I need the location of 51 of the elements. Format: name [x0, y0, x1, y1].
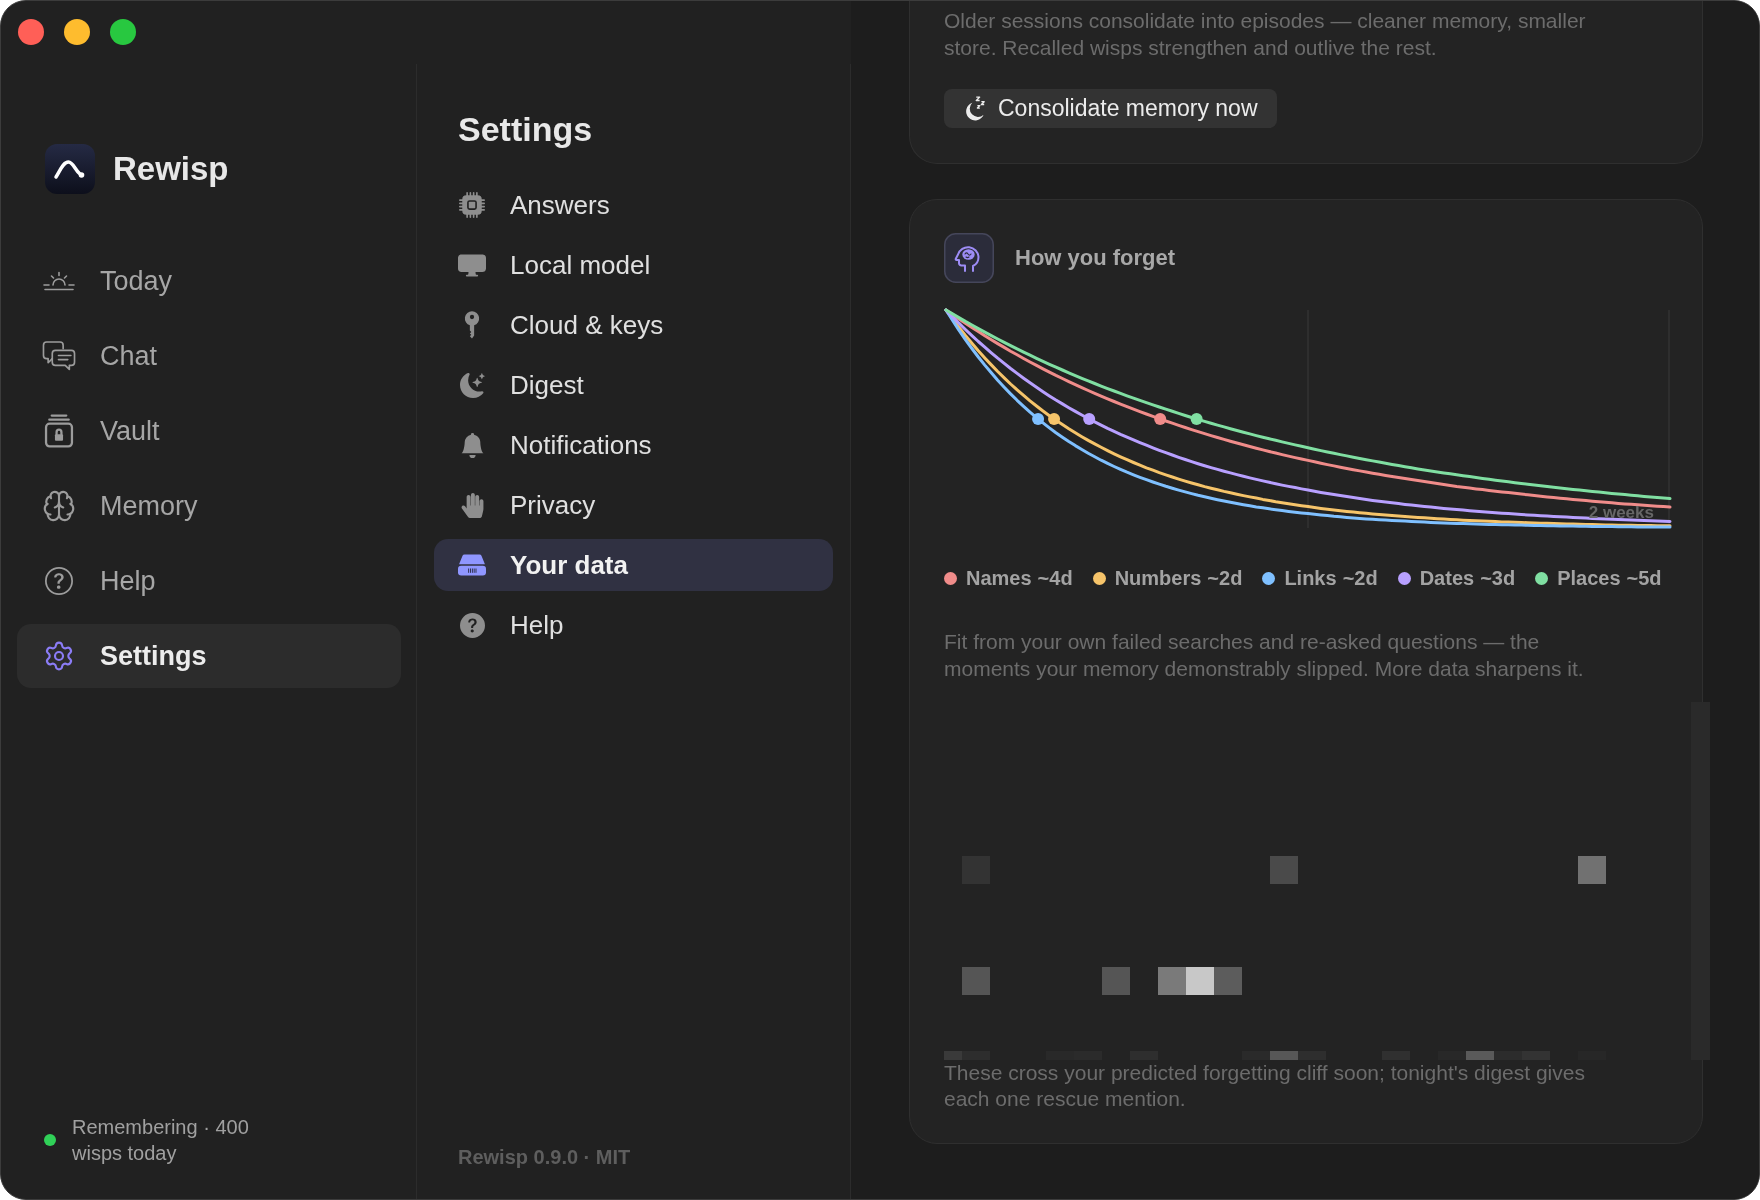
lock-box-icon — [42, 414, 76, 448]
chip-icon — [459, 192, 485, 218]
hand-icon — [459, 492, 485, 518]
sidebar-item[interactable]: Today — [17, 249, 401, 313]
sidebar-item[interactable]: Help — [17, 549, 401, 613]
note-text: Fit from your own failed searches and re-asked questions — the moments your memory demonstrably slipped. More data sharpens it. — [944, 629, 1585, 682]
settings-nav-item[interactable]: Your data — [434, 539, 833, 591]
footer-text: These cross your predicted forgetting cliff soon; tonight's digest gives each one rescue mention. — [944, 1060, 1586, 1112]
settings-title: Settings — [458, 109, 594, 149]
legend-label: Links — [1284, 566, 1337, 590]
settings-nav-item[interactable]: Digest — [434, 359, 833, 411]
legend-label: Places — [1557, 566, 1621, 590]
help-icon — [45, 567, 73, 595]
sidebar-item[interactable]: Memory — [17, 474, 401, 538]
card-title: How you forget — [1015, 244, 1176, 272]
half-life-text: ~3d — [1480, 566, 1516, 590]
sidebar-item[interactable]: Chat — [17, 324, 401, 388]
legend-label: Names — [966, 566, 1032, 590]
sidebar-item[interactable]: Settings — [17, 624, 401, 688]
key-icon — [462, 311, 482, 339]
legend-label: Numbers — [1114, 566, 1202, 590]
sunrise-icon — [42, 269, 76, 293]
bell-icon — [459, 432, 485, 458]
settings-nav-item[interactable]: Privacy — [434, 479, 833, 531]
legend-label: Dates — [1419, 566, 1475, 590]
settings-nav-item[interactable]: Answers — [434, 179, 833, 231]
half-life-text: ~2d — [1207, 566, 1243, 590]
settings-icon — [43, 640, 75, 672]
half-life-text: ~2d — [1342, 566, 1378, 590]
consolidate-button[interactable]: Consolidate memory now — [944, 89, 1277, 128]
chat-bubbles-icon — [42, 341, 76, 371]
settings-nav-item[interactable]: Local model — [434, 239, 833, 291]
half-life-text: ~4d — [1037, 566, 1073, 590]
settings-nav-item[interactable]: Notifications — [434, 419, 833, 471]
settings-nav-item[interactable]: Help — [434, 599, 833, 651]
status-text: Remembering · 400 wisps today — [72, 1115, 250, 1166]
half-life-text: ~5d — [1626, 566, 1662, 590]
head-brain-icon — [944, 233, 994, 283]
logo-icon — [45, 144, 95, 194]
drive-icon — [458, 554, 486, 576]
minimize-button[interactable] — [64, 19, 90, 45]
close-button[interactable] — [18, 19, 44, 45]
help-icon — [459, 612, 485, 638]
app-name: Rewisp — [113, 149, 229, 189]
settings-nav-item[interactable]: Cloud & keys — [434, 299, 833, 351]
version-text: Rewisp 0.9.0 · MIT — [458, 1145, 632, 1169]
zoom-button[interactable] — [110, 19, 136, 45]
moon-stars-icon — [459, 372, 485, 398]
brain-icon — [42, 489, 76, 523]
description-text: Older sessions consolidate into episodes — cleaner memory, smaller store. Recalled wisps strengthen and outlive the rest. — [944, 8, 1587, 61]
sidebar-item[interactable]: Vault — [17, 399, 401, 463]
